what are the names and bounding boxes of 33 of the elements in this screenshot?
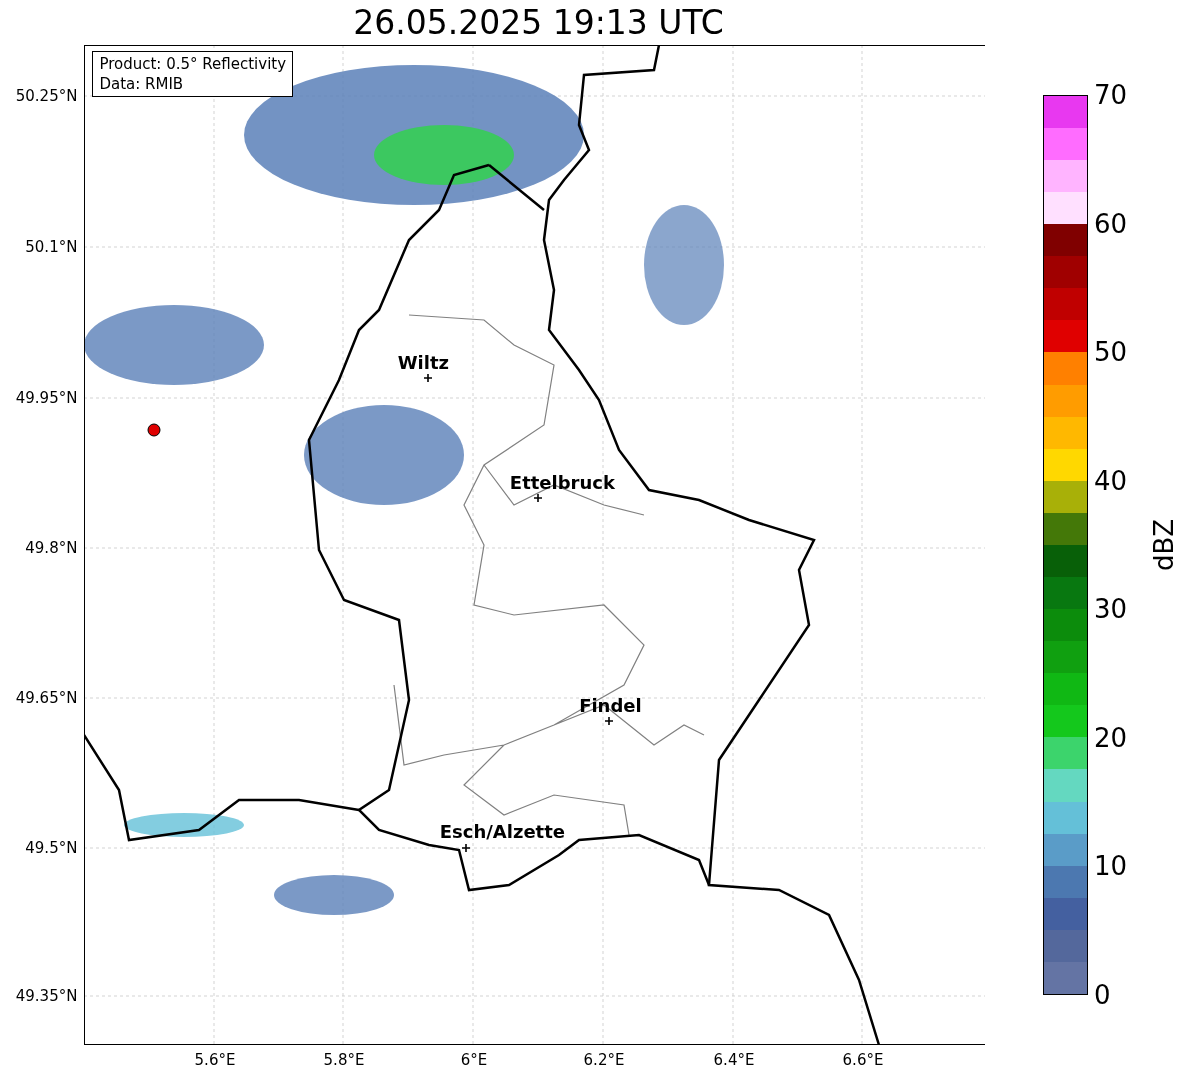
scale-label: 10 xyxy=(1094,851,1128,882)
city-label: Ettelbruck xyxy=(509,470,615,495)
latitude-label: 50.25°N xyxy=(15,87,78,105)
scale-label: 40 xyxy=(1094,465,1128,496)
cross-marker-icon xyxy=(534,494,543,502)
latitude-label: 49.8°N xyxy=(25,539,78,557)
scale-label: 60 xyxy=(1094,208,1128,239)
scale-label: 50 xyxy=(1094,337,1128,368)
city-label: Findel xyxy=(579,693,642,718)
chart-title: 26.05.2025 19:13 UTC xyxy=(353,2,724,44)
longitude-label: 6.6°E xyxy=(842,1051,884,1069)
longitude-label: 6.4°E xyxy=(713,1051,755,1069)
longitude-label: 5.6°E xyxy=(194,1051,236,1069)
latitude-label: 49.65°N xyxy=(15,689,78,707)
info-text: Data: RMIB xyxy=(99,74,185,94)
scale-title: dBZ xyxy=(1149,518,1179,572)
longitude-label: 6°E xyxy=(460,1051,488,1069)
scale-label: 70 xyxy=(1094,80,1128,110)
longitude-label: 6.2°E xyxy=(583,1051,625,1069)
latitude-label: 49.95°N xyxy=(15,389,78,407)
scale-label: 0 xyxy=(1094,980,1111,1010)
latitude-label: 50.1°N xyxy=(25,238,78,256)
info-text: Product: 0.5° Reflectivity xyxy=(99,54,287,74)
longitude-label: 5.8°E xyxy=(323,1051,365,1069)
city-label: Wiltz xyxy=(397,350,450,375)
city-label: Esch/Alzette xyxy=(439,819,566,844)
scale-label: 30 xyxy=(1094,594,1128,625)
latitude-label: 49.35°N xyxy=(15,987,78,1005)
cross-marker-icon xyxy=(424,374,433,382)
scale-label: 20 xyxy=(1094,722,1128,753)
cross-marker-icon xyxy=(605,717,614,725)
latitude-label: 49.5°N xyxy=(25,839,78,857)
cross-marker-icon xyxy=(462,844,471,852)
